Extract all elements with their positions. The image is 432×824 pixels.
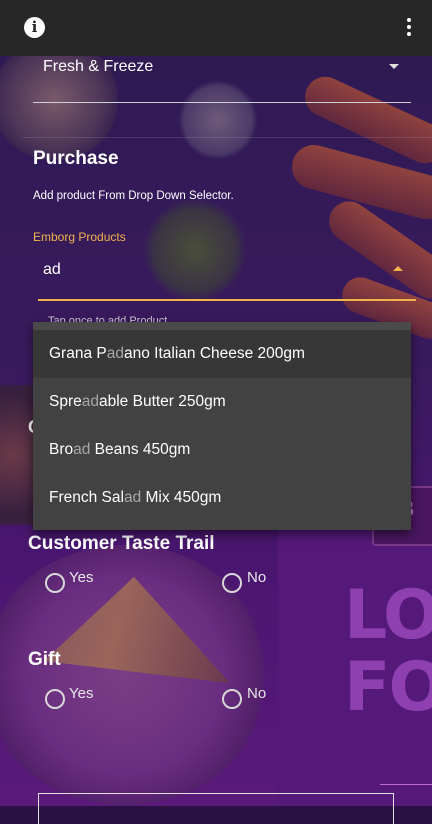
purchase-title: Purchase: [33, 148, 119, 169]
suggestion-item[interactable]: French Salad Mix 450gm: [33, 474, 411, 522]
taste-no-label[interactable]: No: [247, 569, 266, 586]
gift-no-radio[interactable]: [222, 689, 242, 709]
department-select[interactable]: Fresh & Freeze: [33, 52, 411, 103]
products-field-label: Emborg Products: [33, 230, 126, 244]
product-suggestions-dropdown: Grana Padano Italian Cheese 200gm Spread…: [33, 322, 411, 530]
gift-yes-radio[interactable]: [45, 689, 65, 709]
products-query[interactable]: ad: [43, 261, 61, 279]
customer-taste-trail-title: Customer Taste Trail: [28, 533, 215, 554]
taste-yes-radio[interactable]: [45, 573, 65, 593]
divider: [23, 137, 432, 138]
taste-no-radio[interactable]: [222, 573, 242, 593]
gift-title: Gift: [28, 649, 61, 670]
poster-text: LOV FOO: [344, 576, 432, 727]
dropdown-arrow-icon: [389, 64, 399, 69]
bottom-field[interactable]: [38, 793, 394, 824]
department-value: Fresh & Freeze: [43, 58, 154, 75]
suggestion-item[interactable]: Grana Padano Italian Cheese 200gm: [33, 330, 411, 378]
more-vertical-icon[interactable]: [404, 18, 414, 40]
taste-yes-label[interactable]: Yes: [69, 569, 93, 586]
products-autocomplete-input[interactable]: ad: [38, 253, 416, 301]
info-icon[interactable]: i: [24, 17, 45, 38]
gift-no-label[interactable]: No: [247, 685, 266, 702]
app-bar: i: [0, 0, 432, 56]
purchase-hint: Add product From Drop Down Selector.: [33, 190, 234, 202]
gift-yes-label[interactable]: Yes: [69, 685, 93, 702]
suggestion-item[interactable]: Broad Beans 450gm: [33, 426, 411, 474]
suggestion-item[interactable]: Spreadable Butter 250gm: [33, 378, 411, 426]
dropdown-arrow-up-icon[interactable]: [393, 266, 403, 271]
